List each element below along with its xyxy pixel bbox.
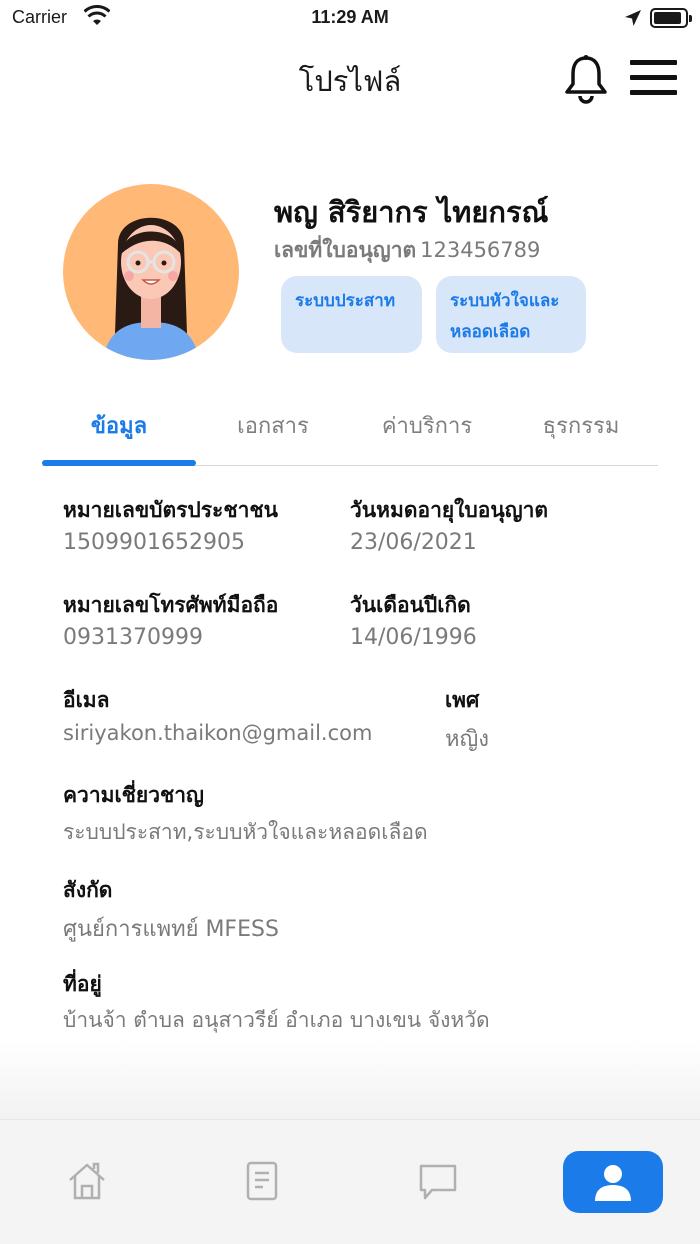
profile-icon: [593, 1163, 633, 1207]
email-label: อีเมล: [63, 688, 110, 712]
bell-icon[interactable]: [563, 54, 609, 108]
specialty-tag: ระบบประสาท: [281, 276, 422, 353]
profile-tabs: ข้อมูล เอกสาร ค่าบริการ ธุรกรรม: [42, 396, 658, 466]
mobile-label: หมายเลขโทรศัพท์มือถือ: [63, 593, 279, 617]
active-tab-indicator: [42, 460, 196, 466]
tab-transactions[interactable]: ธุรกรรม: [504, 408, 658, 443]
bottom-nav: [0, 1119, 700, 1244]
scroll-fade: [0, 1040, 700, 1120]
document-icon[interactable]: [245, 1160, 279, 1206]
clock: 11:29 AM: [311, 7, 389, 27]
profile-name: พญ สิริยากร ไทยกรณ์: [274, 195, 549, 229]
id-card-label: หมายเลขบัตรประชาชน: [63, 498, 278, 522]
mobile-value: 0931370999: [63, 625, 203, 650]
tab-info[interactable]: ข้อมูล: [42, 408, 196, 443]
expertise-value: ระบบประสาท,ระบบหัวใจและหลอดเลือด: [63, 820, 428, 844]
home-icon[interactable]: [66, 1160, 108, 1206]
license-label: เลขที่ใบอนุญาต: [274, 238, 417, 262]
expertise-label: ความเชี่ยวชาญ: [63, 783, 204, 807]
specialty-tag-line: หลอดเลือด: [450, 322, 531, 342]
specialty-tag-line: ระบบประสาท: [295, 291, 396, 311]
id-card-value: 1509901652905: [63, 530, 245, 555]
email-value: siriyakon.thaikon@gmail.com: [63, 721, 373, 745]
affiliation-value: ศูนย์การแพทย์ MFESS: [63, 917, 279, 942]
status-bar: Carrier 11:29 AM: [0, 0, 700, 36]
tab-service-fees[interactable]: ค่าบริการ: [350, 408, 504, 443]
license-number: 123456789: [420, 238, 541, 262]
birthdate-value: 14/06/1996: [350, 625, 477, 650]
license-expiry-value: 23/06/2021: [350, 530, 477, 555]
affiliation-label: สังกัด: [63, 878, 113, 902]
specialty-tag-line: ระบบหัวใจและ: [450, 291, 560, 311]
address-label: ที่อยู่: [63, 972, 102, 996]
battery-icon: [650, 8, 692, 28]
birthdate-label: วันเดือนปีเกิด: [350, 593, 471, 617]
gender-value: หญิง: [445, 727, 489, 752]
license-expiry-label: วันหมดอายุใบอนุญาต: [350, 498, 549, 522]
hamburger-menu-icon[interactable]: [630, 59, 678, 101]
profile-tab-button[interactable]: [563, 1151, 663, 1213]
license-row: เลขที่ใบอนุญาต 123456789: [274, 234, 540, 267]
chat-icon[interactable]: [417, 1160, 459, 1206]
location-arrow-icon: [624, 9, 642, 31]
tab-documents[interactable]: เอกสาร: [196, 408, 350, 443]
gender-label: เพศ: [445, 688, 480, 712]
specialty-tag: ระบบหัวใจและ หลอดเลือด: [436, 276, 586, 353]
avatar: [63, 184, 239, 360]
